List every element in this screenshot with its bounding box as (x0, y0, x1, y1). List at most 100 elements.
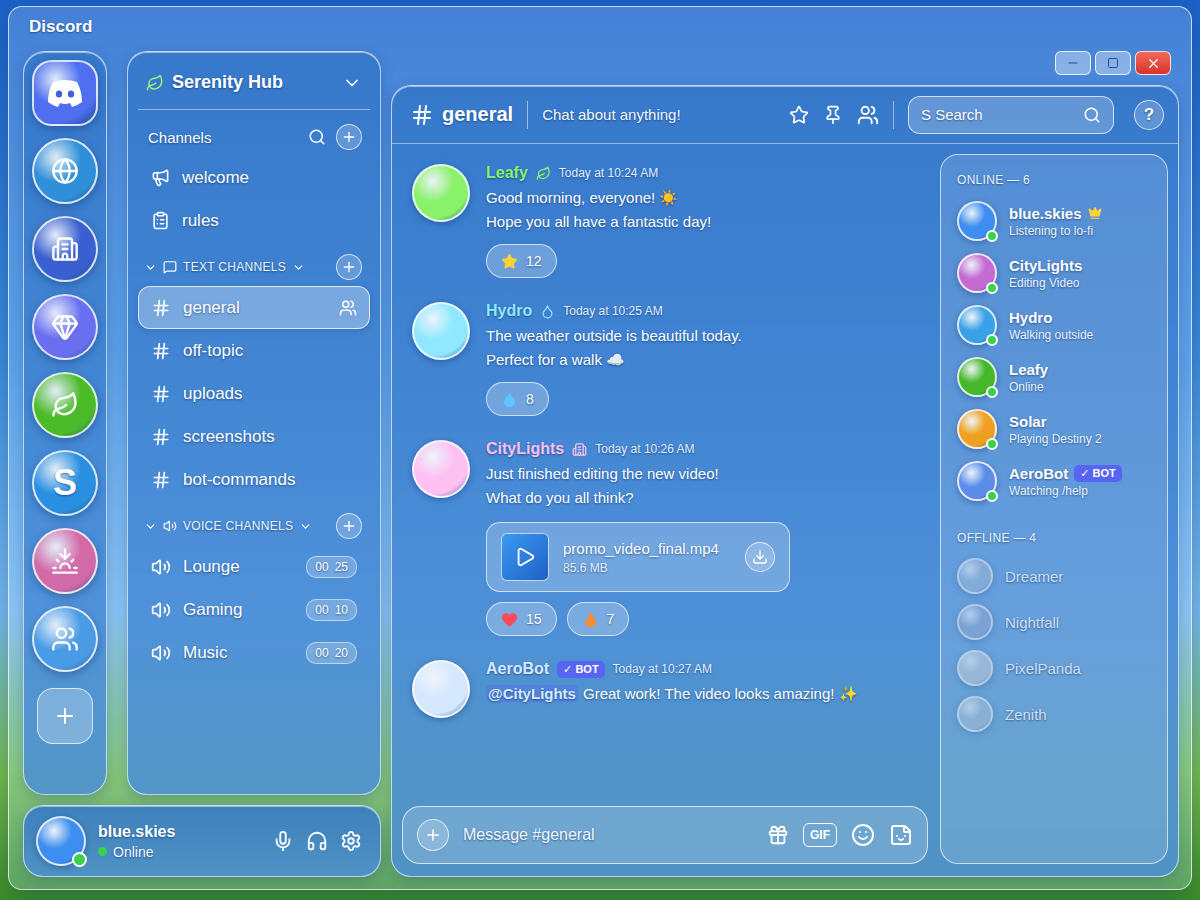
emoji-icon[interactable] (851, 823, 875, 847)
search-icon[interactable] (308, 128, 326, 146)
message-author[interactable]: CityLights (486, 440, 564, 458)
reaction[interactable]: 15 (486, 602, 557, 636)
member-avatar[interactable] (957, 357, 997, 397)
attach-button[interactable] (417, 819, 449, 851)
voice-channel-item[interactable]: Music0020 (138, 631, 370, 674)
microphone-icon[interactable] (272, 830, 294, 852)
reaction[interactable]: 7 (567, 602, 630, 636)
category-title: TEXT CHANNELS (183, 260, 286, 274)
chevron-down-icon[interactable] (342, 73, 362, 93)
count-value: 20 (335, 646, 348, 660)
online-status-dot (986, 386, 998, 398)
members-icon[interactable] (339, 299, 357, 317)
home-button[interactable] (32, 60, 98, 126)
message-author[interactable]: AeroBot (486, 660, 549, 678)
member-row[interactable]: PixelPanda (953, 645, 1155, 691)
channel-item[interactable]: bot-commands (138, 458, 370, 501)
channel-item[interactable]: general (138, 286, 370, 329)
member-avatar[interactable] (957, 696, 993, 732)
gear-icon[interactable] (340, 830, 362, 852)
member-row[interactable]: SolarPlaying Destiny 2 (953, 403, 1155, 455)
close-button[interactable] (1135, 51, 1171, 75)
chevron-down-icon (144, 261, 157, 274)
sticker-icon[interactable] (889, 823, 913, 847)
member-row[interactable]: Zenith (953, 691, 1155, 737)
file-attachment[interactable]: promo_video_final.mp485.6 MB (486, 522, 790, 592)
pin-icon[interactable] (823, 105, 843, 125)
reaction-emoji-icon (501, 611, 518, 628)
reactions: 15 7 (486, 602, 918, 636)
maximize-button[interactable] (1095, 51, 1131, 75)
clipboard-icon (151, 211, 170, 230)
reaction[interactable]: 12 (486, 244, 557, 278)
server-icon[interactable] (32, 294, 98, 360)
member-avatar[interactable] (957, 409, 997, 449)
server-icon[interactable]: S (32, 450, 98, 516)
server-icon[interactable] (32, 606, 98, 672)
member-row[interactable]: AeroBot✓ BOTWatching /help (953, 455, 1155, 507)
plus-icon (424, 826, 442, 844)
server-icon[interactable] (32, 528, 98, 594)
message-composer[interactable]: Message #general GIF (402, 806, 928, 864)
message-avatar[interactable] (412, 660, 470, 718)
member-row[interactable]: Nightfall (953, 599, 1155, 645)
member-avatar[interactable] (957, 461, 997, 501)
user-avatar[interactable] (36, 816, 86, 866)
member-avatar[interactable] (957, 201, 997, 241)
message-avatar[interactable] (412, 440, 470, 498)
message-avatar[interactable] (412, 302, 470, 360)
member-row[interactable]: CityLightsEditing Video (953, 247, 1155, 299)
server-icon[interactable] (32, 216, 98, 282)
member-avatar[interactable] (957, 604, 993, 640)
desktop: DiscordSSerenity HubChannelswelcomerules… (0, 0, 1200, 900)
member-avatar[interactable] (957, 650, 993, 686)
help-button[interactable]: ? (1134, 100, 1164, 130)
add-server-button[interactable] (37, 688, 93, 744)
add-channel-button[interactable] (336, 254, 362, 280)
server-emblem-icon (51, 547, 79, 575)
voice-channel-item[interactable]: Gaming0010 (138, 588, 370, 631)
message-text: The weather outside is beautiful today. (486, 324, 918, 348)
member-avatar[interactable] (957, 558, 993, 594)
channel-category[interactable]: VOICE CHANNELS (138, 501, 370, 545)
channel-category[interactable]: TEXT CHANNELS (138, 242, 370, 286)
server-icon[interactable] (32, 372, 98, 438)
message-avatar[interactable] (412, 164, 470, 222)
member-status: Editing Video (1009, 276, 1082, 290)
member-row[interactable]: LeafyOnline (953, 351, 1155, 403)
channel-item[interactable]: uploads (138, 372, 370, 415)
voice-channel-item[interactable]: Lounge0025 (138, 545, 370, 588)
reaction[interactable]: 8 (486, 382, 549, 416)
server-emblem-icon (51, 235, 79, 263)
search-field[interactable]: S Search (908, 96, 1114, 134)
channel-item[interactable]: screenshots (138, 415, 370, 458)
message-author[interactable]: Leafy (486, 164, 528, 182)
member-avatar[interactable] (957, 305, 997, 345)
reaction-count: 15 (526, 611, 542, 627)
download-button[interactable] (745, 542, 775, 572)
server-icon[interactable] (32, 138, 98, 204)
server-header[interactable]: Serenity Hub (138, 52, 370, 110)
member-avatar[interactable] (957, 253, 997, 293)
gift-icon[interactable] (767, 824, 789, 846)
mention[interactable]: @CityLights (486, 685, 578, 702)
message-input[interactable]: Message #general (463, 826, 753, 844)
members-icon[interactable] (857, 104, 879, 126)
gif-button[interactable]: GIF (803, 823, 837, 847)
headphones-icon[interactable] (306, 830, 328, 852)
channel-item[interactable]: off-topic (138, 329, 370, 372)
add-channel-button[interactable] (336, 124, 362, 150)
author-emoji-icon (540, 304, 555, 319)
star-icon[interactable] (789, 105, 809, 125)
channel-item[interactable]: rules (138, 199, 370, 242)
speaker-icon (151, 643, 171, 663)
message-author[interactable]: Hydro (486, 302, 532, 320)
reaction-emoji-icon (582, 611, 599, 628)
channel-name: Gaming (183, 600, 294, 620)
add-channel-button[interactable] (336, 513, 362, 539)
member-row[interactable]: blue.skiesListening to lo-fi (953, 195, 1155, 247)
channel-item[interactable]: welcome (138, 156, 370, 199)
member-row[interactable]: Dreamer (953, 553, 1155, 599)
member-row[interactable]: HydroWalking outside (953, 299, 1155, 351)
minimize-button[interactable] (1055, 51, 1091, 75)
